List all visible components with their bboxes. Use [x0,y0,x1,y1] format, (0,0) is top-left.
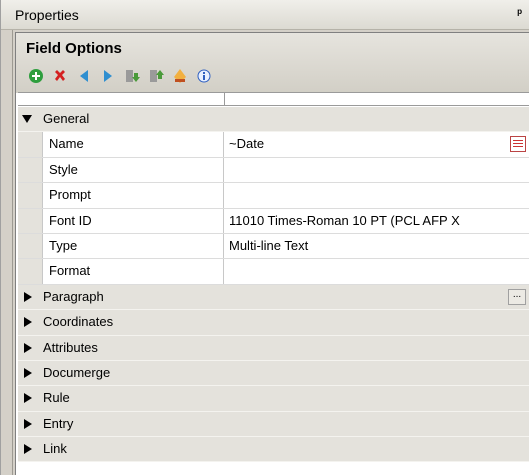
property-value[interactable] [225,259,528,283]
property-row-font-id[interactable]: Font ID 11010 Times-Roman 10 PT (PCL AFP… [18,208,529,234]
category-label: Coordinates [43,314,114,330]
category-label: Documerge [43,364,111,380]
expand-arrow-icon[interactable] [24,317,32,328]
category-label: Link [43,441,67,457]
grid-column-header [18,92,529,106]
column-divider[interactable] [224,93,225,105]
expand-arrow-icon[interactable] [24,342,32,353]
move-left-icon[interactable] [73,66,95,86]
row-gutter [18,183,42,208]
panel-left-strip [1,30,13,475]
property-value[interactable] [225,158,528,182]
field-options-pane: Field Options General Name ~Date Style P… [15,32,529,475]
expand-arrow-icon[interactable] [24,367,32,378]
name-editor-icon[interactable] [510,136,526,153]
property-name: Format [42,259,224,284]
field-options-title: Field Options [26,40,122,57]
property-name: Style [42,157,224,183]
category-link[interactable]: Link [18,437,529,463]
property-value[interactable]: 11010 Times-Roman 10 PT (PCL AFP X [225,209,528,233]
category-attributes[interactable]: Attributes [18,335,529,361]
category-paragraph[interactable]: Paragraph ... [18,284,529,311]
property-name: Type [42,233,224,259]
move-up-icon[interactable] [145,66,167,86]
property-value[interactable] [225,183,528,207]
category-rule[interactable]: Rule [18,386,529,412]
property-name: Name [42,132,224,157]
expand-arrow-icon[interactable] [24,291,32,302]
property-name: Font ID [42,208,224,233]
panel-title: Properties [15,7,79,23]
move-down-icon[interactable] [121,66,143,86]
panel-titlebar: Properties ᵖ [1,0,529,30]
property-row-format[interactable]: Format [18,259,529,285]
info-icon[interactable] [193,66,215,86]
move-right-icon[interactable] [97,66,119,86]
property-name: Prompt [42,183,224,208]
ellipsis-button[interactable]: ... [508,288,526,305]
delete-icon[interactable] [49,66,71,86]
pin-icon[interactable]: ᵖ [517,6,522,20]
expand-arrow-icon[interactable] [24,418,32,429]
property-row-name[interactable]: Name ~Date [18,132,529,158]
paint-icon[interactable] [169,66,191,86]
property-grid: General Name ~Date Style Prompt Font ID … [18,107,529,463]
add-icon[interactable] [25,66,47,86]
expand-arrow-icon[interactable] [24,393,32,404]
properties-panel: Properties ᵖ Field Options General Name … [0,0,529,475]
row-gutter [18,157,42,183]
field-options-header: Field Options [16,33,529,93]
property-row-style[interactable]: Style [18,157,529,184]
property-value[interactable]: Multi-line Text [225,234,528,258]
row-gutter [18,259,42,284]
category-coordinates[interactable]: Coordinates [18,310,529,336]
category-label: Rule [43,390,70,406]
row-gutter [18,208,42,233]
row-gutter [18,233,42,259]
category-label: Attributes [43,339,98,355]
category-documerge[interactable]: Documerge [18,360,529,387]
category-label: Paragraph [43,288,104,304]
category-label: General [43,111,90,126]
property-row-prompt[interactable]: Prompt [18,183,529,209]
collapse-arrow-icon[interactable] [22,115,32,123]
row-gutter [18,132,42,157]
property-row-type[interactable]: Type Multi-line Text [18,233,529,260]
field-options-toolbar [25,66,215,86]
expand-arrow-icon[interactable] [24,444,32,455]
category-general[interactable]: General [18,107,529,133]
category-label: Entry [43,415,74,431]
property-value[interactable]: ~Date [225,132,528,156]
category-entry[interactable]: Entry [18,411,529,438]
